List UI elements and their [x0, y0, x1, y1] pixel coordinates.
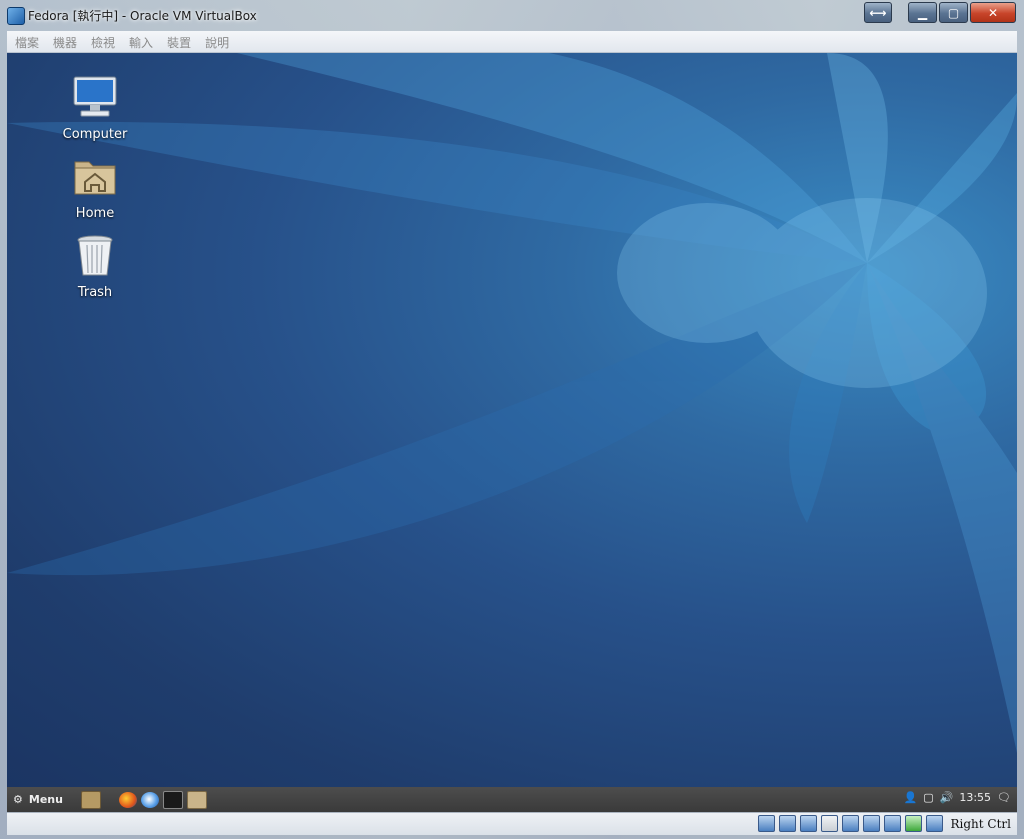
menu-help[interactable]: 說明	[197, 31, 229, 52]
menu-bar: 檔案 機器 檢視 輸入 裝置 說明	[7, 31, 1017, 53]
volume-icon[interactable]: 🔊	[940, 791, 954, 804]
desktop-icon-computer[interactable]: Computer	[55, 73, 135, 142]
panel-clock[interactable]: 13:55	[959, 791, 991, 804]
desktop-icon-label: Computer	[62, 127, 128, 142]
desktop-icon-label: Home	[75, 206, 115, 221]
computer-icon	[73, 76, 117, 117]
home-folder-icon	[74, 161, 116, 195]
host-key-label: Right Ctrl	[950, 816, 1012, 831]
shared-clipboard-icon[interactable]	[799, 815, 817, 832]
panel-menu-label: Menu	[28, 793, 63, 806]
show-desktop-icon[interactable]	[80, 790, 101, 809]
system-tray: 👤 ▢ 🔊 13:55 🗨	[904, 791, 1011, 804]
optical-drive-icon[interactable]	[757, 815, 775, 832]
shared-folder-icon[interactable]	[820, 815, 838, 832]
menu-file[interactable]: 檔案	[7, 31, 39, 52]
mouse-integration-icon[interactable]	[925, 815, 943, 832]
desktop-icon-label: Trash	[77, 285, 113, 300]
status-bar: Right Ctrl	[7, 812, 1017, 835]
usb-icon[interactable]	[778, 815, 796, 832]
device-status-icons: Right Ctrl	[757, 815, 1012, 832]
network-icon[interactable]: ▢	[923, 791, 933, 804]
files-icon[interactable]	[186, 790, 207, 809]
gear-icon: ⚙	[13, 793, 23, 806]
switch-window-button[interactable]: ⟷	[864, 2, 892, 23]
fedora-wallpaper	[7, 53, 1017, 753]
menu-machine[interactable]: 機器	[45, 31, 77, 52]
firefox-icon[interactable]	[118, 791, 137, 808]
trash-icon	[77, 235, 113, 276]
desktop-icon-trash[interactable]: Trash	[55, 231, 135, 300]
window-title: Fedora [執行中] - Oracle VM VirtualBox	[28, 9, 257, 23]
display-icon[interactable]	[841, 815, 859, 832]
window-controls: ⟷ ▁ ▢ ✕	[864, 2, 1016, 23]
panel-menu-button[interactable]: ⚙ Menu	[13, 793, 63, 806]
title-bar[interactable]: Fedora [執行中] - Oracle VM VirtualBox ⟷ ▁ …	[0, 0, 1024, 30]
guest-desktop[interactable]: Computer Home Trash	[7, 53, 1017, 787]
recording-icon[interactable]	[883, 815, 901, 832]
network-icon[interactable]	[862, 815, 880, 832]
virtualbox-app-icon[interactable]	[7, 7, 25, 25]
guest-panel: ⚙ Menu 👤 ▢ 🔊 13:55 🗨	[7, 787, 1017, 812]
desktop-icon-home[interactable]: Home	[55, 152, 135, 221]
minimize-button[interactable]: ▁	[908, 2, 937, 23]
terminal-icon[interactable]	[162, 790, 183, 809]
close-button[interactable]: ✕	[970, 2, 1016, 23]
menu-input[interactable]: 輸入	[121, 31, 153, 52]
cpu-icon[interactable]	[904, 815, 922, 832]
thunderbird-icon[interactable]	[140, 791, 159, 808]
menu-devices[interactable]: 裝置	[159, 31, 191, 52]
virtualbox-window: Fedora [執行中] - Oracle VM VirtualBox ⟷ ▁ …	[0, 0, 1024, 839]
user-icon[interactable]: 👤	[904, 791, 918, 804]
menu-view[interactable]: 檢視	[83, 31, 115, 52]
notifications-icon[interactable]: 🗨	[997, 791, 1011, 804]
maximize-button[interactable]: ▢	[939, 2, 968, 23]
